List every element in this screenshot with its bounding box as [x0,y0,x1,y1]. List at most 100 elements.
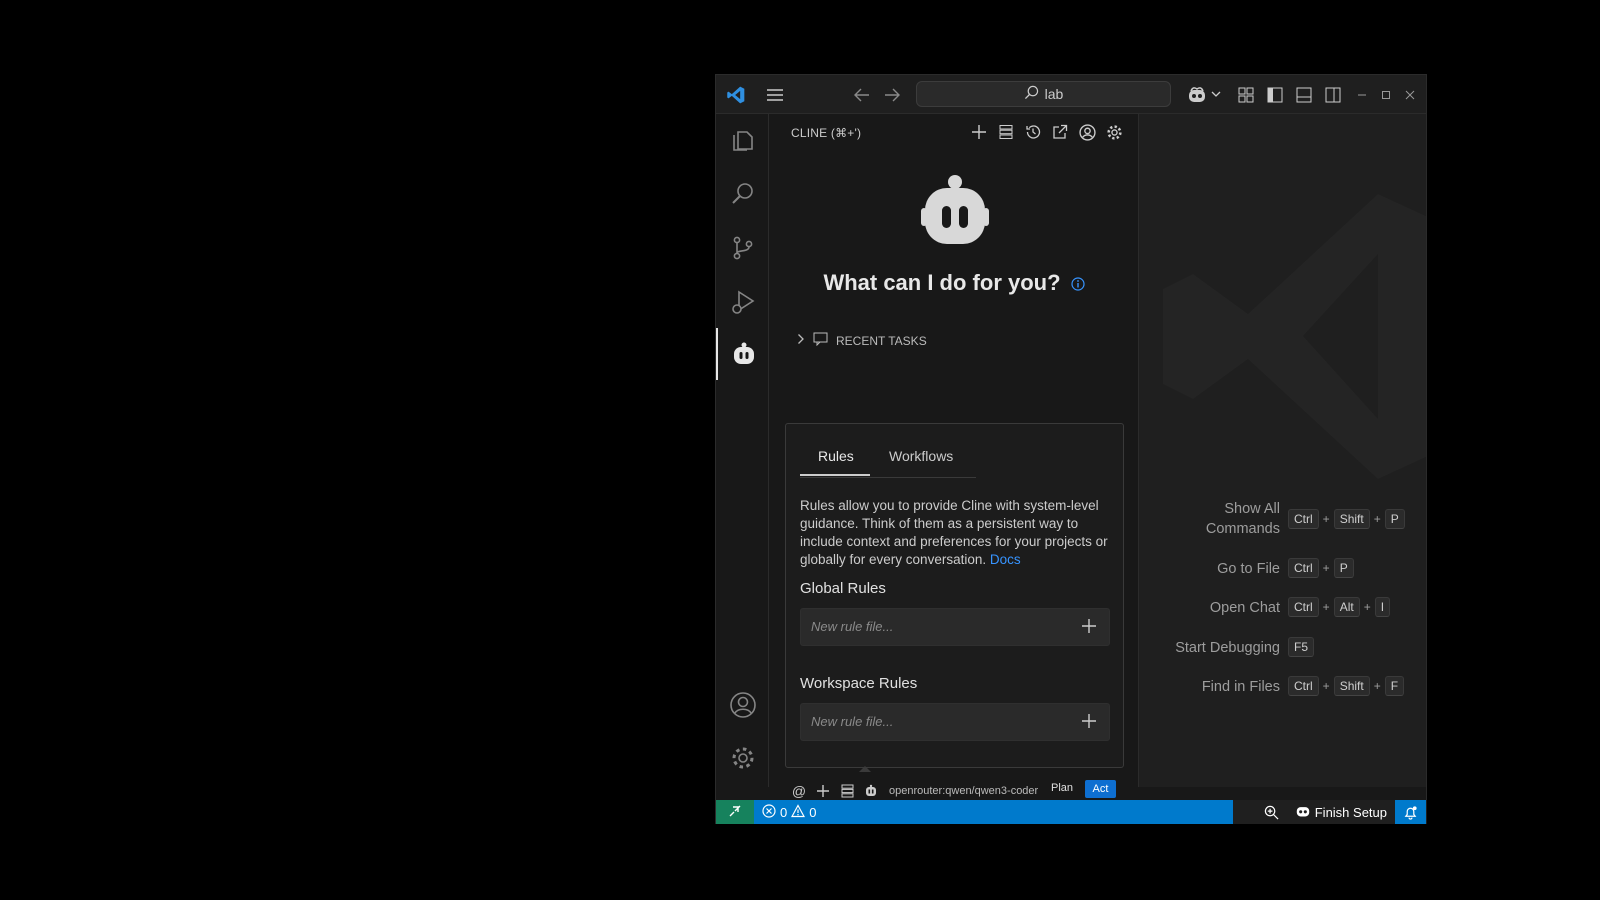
history-icon[interactable] [1023,122,1043,142]
key: F [1384,676,1405,696]
shortcut-label: Show All Commands [1205,501,1280,537]
server-icon[interactable] [996,122,1016,142]
finish-setup-button[interactable]: Finish Setup [1287,800,1395,824]
warning-count: 0 [809,804,817,820]
cline-robot-icon [921,174,989,251]
accounts-icon[interactable] [716,679,769,731]
copilot-icon[interactable] [1186,84,1208,106]
back-arrow-icon[interactable] [852,85,872,105]
key: Shift [1333,509,1370,529]
key: Ctrl [1288,558,1319,578]
add-workspace-rule-icon[interactable] [1081,713,1097,734]
shortcut-keys: Ctrl + Shift + P [1288,509,1405,529]
settings-icon[interactable] [1104,122,1124,142]
key: P [1384,509,1405,529]
remote-indicator[interactable] [716,800,754,824]
recent-tasks-toggle[interactable]: RECENT TASKS [797,332,927,349]
zoom-icon[interactable] [1256,800,1287,824]
recent-tasks-label: RECENT TASKS [836,333,927,348]
copilot-icon [1295,804,1311,821]
search-icon[interactable] [716,168,769,220]
shortcut-label: Go to File [1217,561,1280,577]
model-selector-icon[interactable] [859,780,883,802]
remote-icon [728,804,742,821]
tab-workflows[interactable]: Workflows [889,448,953,464]
plan-mode-button[interactable]: Plan [1051,782,1073,794]
rules-workflows-card: Rules Workflows Rules allow you to provi… [785,423,1124,768]
editor-welcome: Show All Commands Ctrl + Shift + P Go to Fil… [1139,114,1426,787]
mcp-server-icon[interactable] [835,780,859,802]
popout-icon[interactable] [1050,122,1070,142]
add-global-rule-icon[interactable] [1081,618,1097,639]
mention-button[interactable]: @ [787,780,811,802]
status-bar: 0 0 Finish Setup [716,800,1427,824]
key: I [1374,597,1391,617]
rules-tabs: Rules Workflows [800,442,976,478]
close-icon[interactable] [1400,85,1420,105]
vscode-watermark-icon [1143,194,1426,499]
info-icon[interactable] [1070,271,1085,297]
shortcut-keys: Ctrl + Alt + I [1288,597,1391,617]
manage-icon[interactable] [716,732,769,784]
global-rule-input-box [800,608,1110,646]
workspace-rule-input[interactable] [809,713,1073,730]
shortcut-keys: Ctrl + P [1288,558,1354,578]
error-count: 0 [780,804,788,820]
warning-icon [791,803,806,821]
shortcut-keys: F5 [1288,637,1315,657]
shortcut-keys: Ctrl + Shift + F [1288,676,1405,696]
key: P [1333,558,1354,578]
chevron-down-icon[interactable] [1209,87,1223,101]
command-center-search[interactable]: lab [916,81,1171,107]
source-control-icon[interactable] [716,222,769,274]
search-icon [1024,85,1039,103]
vscode-logo [725,84,747,106]
description-text: Rules allow you to provide Cline with sy… [800,498,1108,567]
cline-panel: CLINE (⌘+') What can I do for you? RECEN… [769,114,1139,799]
heading-text: What can I do for you? [823,270,1061,295]
global-rule-input[interactable] [809,618,1073,635]
problems-indicator[interactable]: 0 0 [762,800,816,824]
customize-layout-icon[interactable] [1236,85,1256,105]
key: Shift [1333,676,1370,696]
explorer-icon[interactable] [716,114,769,166]
chat-toolbar: @ openrouter:qwen/qwen3-coder Plan Act [787,780,1127,802]
active-tab-indicator [800,474,870,476]
rules-description: Rules allow you to provide Cline with sy… [800,497,1114,569]
card-pointer [859,766,871,772]
plus-icon[interactable] [969,122,989,142]
toggle-secondary-sidebar-icon[interactable] [1323,85,1343,105]
cline-icon[interactable] [716,328,769,380]
shortcut-label: Start Debugging [1175,640,1280,656]
maximize-icon[interactable] [1376,85,1396,105]
toggle-panel-icon[interactable] [1294,85,1314,105]
error-icon [762,803,776,821]
minimize-icon[interactable] [1352,85,1372,105]
shortcut-label: Find in Files [1201,679,1280,695]
forward-arrow-icon[interactable] [882,85,902,105]
finish-setup-label: Finish Setup [1314,804,1387,820]
activity-bar [716,114,769,787]
chevron-right-icon [797,333,805,348]
toggle-primary-sidebar-icon[interactable] [1265,85,1285,105]
vscode-window: lab CLINE (⌘+') What can I do for you? R… [715,74,1427,824]
search-text: lab [1044,86,1064,102]
act-mode-button[interactable]: Act [1085,780,1116,798]
key: Ctrl [1288,509,1319,529]
key: Alt [1333,597,1360,617]
docs-link[interactable]: Docs [990,552,1021,567]
key: Ctrl [1288,597,1319,617]
key: Ctrl [1288,676,1319,696]
notifications-icon[interactable] [1395,800,1426,824]
tab-rules[interactable]: Rules [818,448,854,464]
account-icon[interactable] [1077,122,1097,142]
model-name[interactable]: openrouter:qwen/qwen3-coder [889,785,1038,797]
run-debug-icon[interactable] [716,276,769,328]
menu-icon[interactable] [765,85,785,105]
shortcut-label: Open Chat [1209,600,1280,616]
title-bar: lab [716,75,1426,114]
add-context-icon[interactable] [811,780,835,802]
global-rules-heading: Global Rules [800,580,886,597]
key: F5 [1288,637,1315,657]
comment-icon [813,332,828,349]
